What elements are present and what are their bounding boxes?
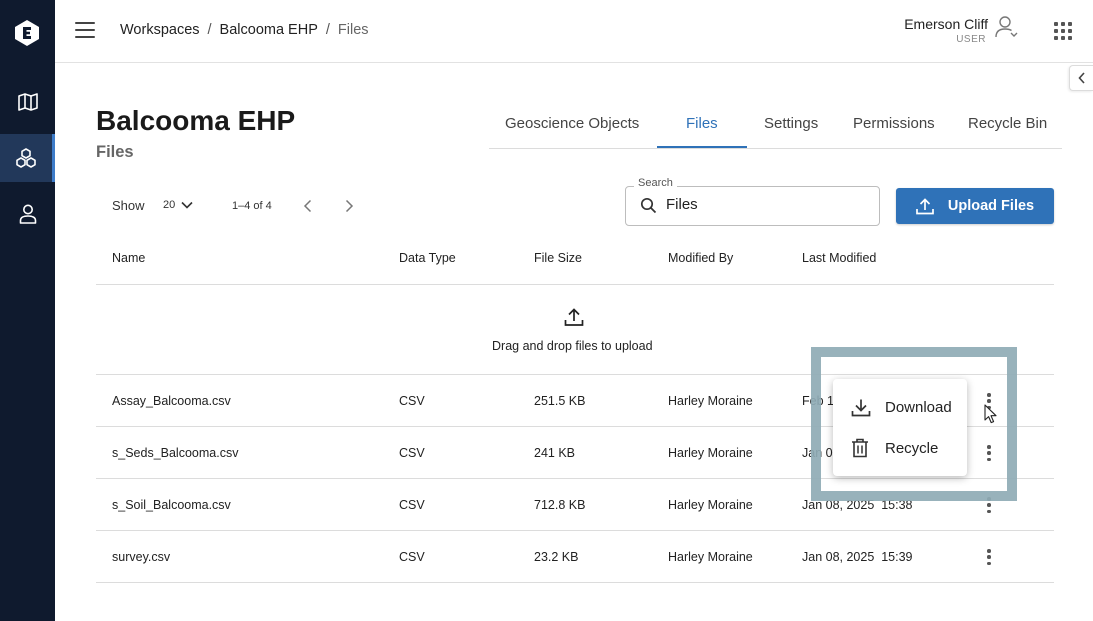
cell-data-type: CSV <box>399 394 425 408</box>
collapse-panel-button[interactable] <box>1069 65 1093 91</box>
menu-icon[interactable] <box>75 22 95 40</box>
user-role: USER <box>956 34 986 45</box>
cell-modified-by: Harley Moraine <box>668 550 753 564</box>
cell-modified-by: Harley Moraine <box>668 446 753 460</box>
upload-icon <box>916 197 934 214</box>
cell-data-type: CSV <box>399 498 425 512</box>
cell-modified-by: Harley Moraine <box>668 394 753 408</box>
sidebar <box>0 0 55 621</box>
tab-settings[interactable]: Settings <box>764 115 818 132</box>
drop-zone-text[interactable]: Drag and drop files to upload <box>492 339 653 353</box>
upload-files-label: Upload Files <box>947 198 1035 214</box>
menu-item-label: Recycle <box>885 439 939 457</box>
breadcrumb-separator: / <box>325 22 330 38</box>
trash-icon <box>852 438 868 458</box>
context-menu: Download Recycle <box>833 379 967 476</box>
cell-last-modified: Jan 08, 2025 15:39 <box>802 550 913 564</box>
page-title: Balcooma EHP <box>96 105 296 136</box>
show-label: Show <box>112 198 145 213</box>
chevron-down-icon <box>181 201 193 209</box>
menu-item-download[interactable]: Download <box>833 387 967 427</box>
divider <box>96 284 1054 285</box>
upload-icon[interactable] <box>564 307 584 327</box>
cell-file-size: 251.5 KB <box>534 394 586 408</box>
download-icon <box>851 399 871 416</box>
cell-modified-by: Harley Moraine <box>668 498 753 512</box>
workspaces-icon <box>16 148 36 168</box>
search-label: Search <box>634 177 677 189</box>
top-bar: Workspaces / Balcooma EHP / Files Emerso… <box>55 0 1093 63</box>
tab-geoscience-objects[interactable]: Geoscience Objects <box>505 115 639 132</box>
next-page-icon[interactable] <box>343 199 355 213</box>
cell-file-name[interactable]: Assay_Balcooma.csv <box>112 394 231 408</box>
upload-files-button[interactable]: Upload Files <box>896 188 1054 224</box>
pagination-range: 1–4 of 4 <box>232 200 272 212</box>
column-header-modified-by[interactable]: Modified By <box>668 251 733 265</box>
e-logo-icon[interactable] <box>14 19 40 47</box>
breadcrumb: Workspaces / Balcooma EHP / Files <box>120 22 369 38</box>
menu-item-label: Download <box>885 398 952 416</box>
cell-data-type: CSV <box>399 550 425 564</box>
column-header-file-size[interactable]: File Size <box>534 251 582 265</box>
sidebar-item-map[interactable] <box>0 78 55 126</box>
cell-file-size: 712.8 KB <box>534 498 586 512</box>
account-menu-icon[interactable] <box>994 15 1020 41</box>
divider <box>96 582 1054 583</box>
mouse-cursor-icon <box>984 404 997 424</box>
chevron-left-icon <box>1077 72 1085 84</box>
menu-item-recycle[interactable]: Recycle <box>833 428 967 468</box>
breadcrumb-workspace[interactable]: Balcooma EHP <box>220 22 318 38</box>
page-size-value: 20 <box>163 199 176 211</box>
sidebar-item-account[interactable] <box>0 190 55 238</box>
search-icon <box>640 197 657 214</box>
map-icon <box>17 93 38 111</box>
column-header-last-modified[interactable]: Last Modified <box>802 251 876 265</box>
cell-file-name[interactable]: s_Soil_Balcooma.csv <box>112 498 231 512</box>
cell-file-size: 23.2 KB <box>534 550 579 564</box>
sidebar-item-workspaces[interactable] <box>0 134 55 182</box>
apps-grid-icon[interactable] <box>1054 22 1072 40</box>
more-options-icon[interactable] <box>985 549 993 565</box>
user-icon <box>19 204 36 224</box>
divider <box>96 530 1054 531</box>
page-size-select[interactable]: 20 <box>163 199 193 211</box>
active-tab-indicator <box>657 146 747 148</box>
user-name[interactable]: Emerson Cliff <box>904 16 988 32</box>
cell-file-name[interactable]: s_Seds_Balcooma.csv <box>112 446 238 460</box>
cell-data-type: CSV <box>399 446 425 460</box>
cell-file-size: 241 KB <box>534 446 576 460</box>
tab-permissions[interactable]: Permissions <box>853 115 935 132</box>
previous-page-icon[interactable] <box>302 199 314 213</box>
tab-files[interactable]: Files <box>686 115 718 132</box>
breadcrumb-workspaces[interactable]: Workspaces <box>120 22 200 38</box>
breadcrumb-current: Files <box>337 22 369 38</box>
tabs: Geoscience Objects Files Settings Permis… <box>489 103 1062 149</box>
column-header-data-type[interactable]: Data Type <box>399 251 456 265</box>
page-subtitle: Files <box>96 143 134 161</box>
tab-recycle-bin[interactable]: Recycle Bin <box>968 115 1047 132</box>
column-header-name[interactable]: Name <box>112 251 145 265</box>
cell-file-name[interactable]: survey.csv <box>112 550 170 564</box>
breadcrumb-separator: / <box>207 22 212 38</box>
search-input[interactable] <box>666 196 866 213</box>
